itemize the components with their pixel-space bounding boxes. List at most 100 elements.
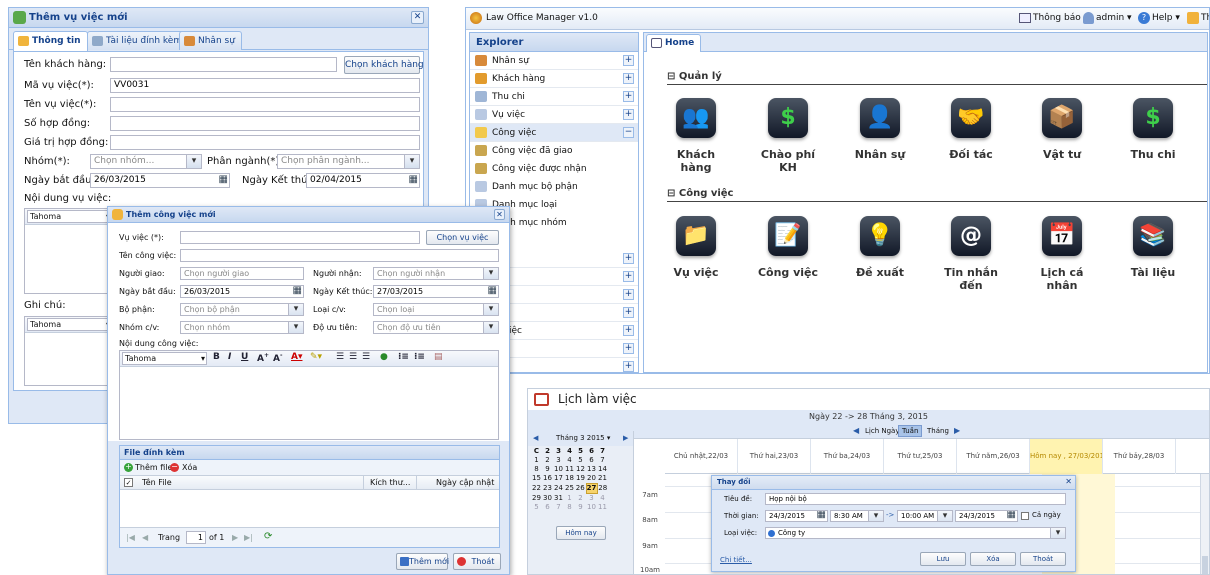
menu-finance[interactable]: Thu chi + (470, 88, 638, 106)
calendar-day[interactable]: 24 (553, 484, 564, 494)
calendar-day[interactable]: 1 (564, 494, 575, 504)
delete-button[interactable]: Xóa (970, 552, 1016, 566)
calendar-day[interactable]: 5 (575, 456, 586, 465)
italic-icon[interactable]: I (228, 352, 231, 362)
calendar-day[interactable]: 26 (575, 484, 586, 494)
font-grow-icon[interactable]: A+ (257, 352, 269, 364)
close-icon[interactable]: ✕ (1065, 477, 1072, 486)
calendar-day[interactable]: 15 (531, 474, 542, 484)
contract-no-input[interactable] (110, 116, 420, 131)
tile-tiles1-4[interactable]: 📦 Vật tư (1022, 98, 1102, 161)
calendar-day[interactable]: 7 (597, 456, 608, 465)
last-page-icon[interactable]: ▶| (244, 533, 253, 542)
start-date-input[interactable]: 26/03/2015 (90, 173, 230, 188)
prev-icon[interactable]: ◀ (853, 426, 859, 435)
add-task-exit-button[interactable]: Thoát (453, 553, 501, 570)
priority-select[interactable]: Chọn độ ưu tiên (373, 321, 499, 334)
calendar-day[interactable]: 6 (542, 503, 553, 512)
source-icon[interactable]: ▤ (434, 352, 443, 362)
scrollbar[interactable] (1200, 474, 1209, 574)
calendar-day[interactable]: 8 (564, 503, 575, 512)
day-header[interactable]: Thứ bảy,28/03 (1103, 439, 1176, 474)
next-month-icon[interactable]: ▶ (623, 434, 628, 442)
day-header[interactable]: Hôm nay , 27/03/2015 (1030, 439, 1103, 474)
menu-task[interactable]: Công việc − (470, 124, 638, 142)
calendar-day[interactable]: 10 (586, 503, 597, 512)
type-select[interactable]: Công ty (765, 527, 1066, 539)
font-color-icon[interactable]: A▾ (291, 352, 302, 362)
bullet-list-icon[interactable]: ⁝≡ (398, 352, 409, 362)
calendar-day[interactable]: 27 (585, 483, 598, 494)
event-dialog-titlebar[interactable]: Thay đổi ✕ (712, 476, 1075, 490)
calendar-day[interactable]: 3 (553, 456, 564, 465)
tile-tiles1-3[interactable]: 🤝 Đối tác (931, 98, 1011, 161)
delete-file-button[interactable]: Xóa (182, 463, 197, 472)
day-header[interactable]: Thứ năm,26/03 (957, 439, 1030, 474)
case-code-input[interactable]: VV0031 (110, 78, 420, 93)
save-button[interactable]: Lưu (920, 552, 966, 566)
bold-icon[interactable]: B (213, 352, 220, 362)
tile-tiles2-0[interactable]: 📁 Vụ việc (656, 216, 736, 279)
today-button[interactable]: Hôm nay (556, 526, 606, 540)
day-header[interactable]: Thứ ba,24/03 (811, 439, 884, 474)
menu-case[interactable]: Vụ việc + (470, 106, 638, 124)
month-select[interactable]: Tháng 3 2015 ▾ (556, 434, 610, 442)
calendar-day[interactable]: 23 (542, 484, 553, 494)
calendar-day[interactable]: 10 (553, 465, 564, 474)
calendar-day[interactable]: 9 (575, 503, 586, 512)
day-header[interactable]: Thứ tư,25/03 (884, 439, 957, 474)
tile-tiles1-2[interactable]: 👤 Nhân sự (840, 98, 920, 161)
group-select[interactable]: Chọn nhóm... (90, 154, 202, 169)
notification-link[interactable]: Thông báo (1033, 13, 1081, 23)
align-center-icon[interactable]: ☰ (349, 352, 357, 362)
view-month[interactable]: Tháng (927, 427, 949, 435)
end-time-select[interactable]: 10:00 AM (897, 510, 953, 522)
task-group-select[interactable]: Chọn nhóm (180, 321, 304, 334)
calendar-day[interactable]: 22 (531, 484, 542, 494)
align-left-icon[interactable]: ☰ (336, 352, 344, 362)
prev-page-icon[interactable]: ◀ (142, 533, 148, 542)
calendar-day[interactable]: 5 (531, 503, 542, 512)
calendar-day[interactable]: 4 (564, 456, 575, 465)
assigner-input[interactable]: Chọn người giao (180, 267, 304, 280)
calendar-day[interactable]: 14 (597, 465, 608, 474)
receiver-select[interactable]: Chọn người nhận (373, 267, 499, 280)
help-menu[interactable]: Help ▾ (1152, 13, 1180, 23)
calendar-day[interactable]: 6 (586, 456, 597, 465)
next-icon[interactable]: ▶ (954, 426, 960, 435)
tab-attachments[interactable]: Tài liệu đính kèm (87, 31, 190, 50)
detail-link[interactable]: Chi tiết... (720, 556, 752, 564)
sector-select[interactable]: Chọn phân ngành... (277, 154, 420, 169)
logout-link[interactable]: Thoát (1201, 13, 1209, 23)
notification-icon[interactable] (1019, 13, 1031, 23)
submenu-received-tasks[interactable]: Công việc được nhận (470, 160, 638, 178)
task-case-input[interactable] (180, 231, 420, 244)
exit-button[interactable]: Thoát (1020, 552, 1066, 566)
link-icon[interactable]: ● (380, 352, 388, 362)
calendar-day[interactable]: 3 (586, 494, 597, 504)
start-date-input[interactable]: 24/3/2015 (765, 510, 828, 522)
menu-personnel[interactable]: Nhân sự + (470, 52, 638, 70)
calendar-day[interactable]: 11 (597, 503, 608, 512)
day-header[interactable]: Thứ hai,23/03 (738, 439, 811, 474)
end-date-input[interactable]: 24/3/2015 (955, 510, 1018, 522)
task-type-select[interactable]: Chọn loại (373, 303, 499, 316)
col-updated[interactable]: Ngày cập nhật (436, 476, 494, 489)
calendar-day[interactable]: 2 (575, 494, 586, 504)
add-case-titlebar[interactable]: Thêm vụ việc mới ✕ (9, 8, 428, 28)
col-file-size[interactable]: Kích thư... (370, 476, 410, 489)
first-page-icon[interactable]: |◀ (126, 533, 135, 542)
align-right-icon[interactable]: ☰ (362, 352, 370, 362)
case-name-input[interactable] (110, 97, 420, 112)
customer-input[interactable] (110, 57, 337, 72)
tile-tiles2-5[interactable]: 📚 Tài liệu (1113, 216, 1193, 279)
user-menu[interactable]: admin ▾ (1096, 13, 1132, 23)
tile-tiles2-2[interactable]: 💡 Đề xuất (840, 216, 920, 279)
close-icon[interactable]: ✕ (494, 209, 505, 220)
next-page-icon[interactable]: ▶ (232, 533, 238, 542)
page-input[interactable]: 1 (186, 531, 206, 544)
calendar-day[interactable]: 28 (597, 484, 608, 494)
font-select[interactable]: Tahoma (27, 210, 112, 223)
calendar-day[interactable]: 9 (542, 465, 553, 474)
calendar-day[interactable]: 21 (597, 474, 608, 484)
